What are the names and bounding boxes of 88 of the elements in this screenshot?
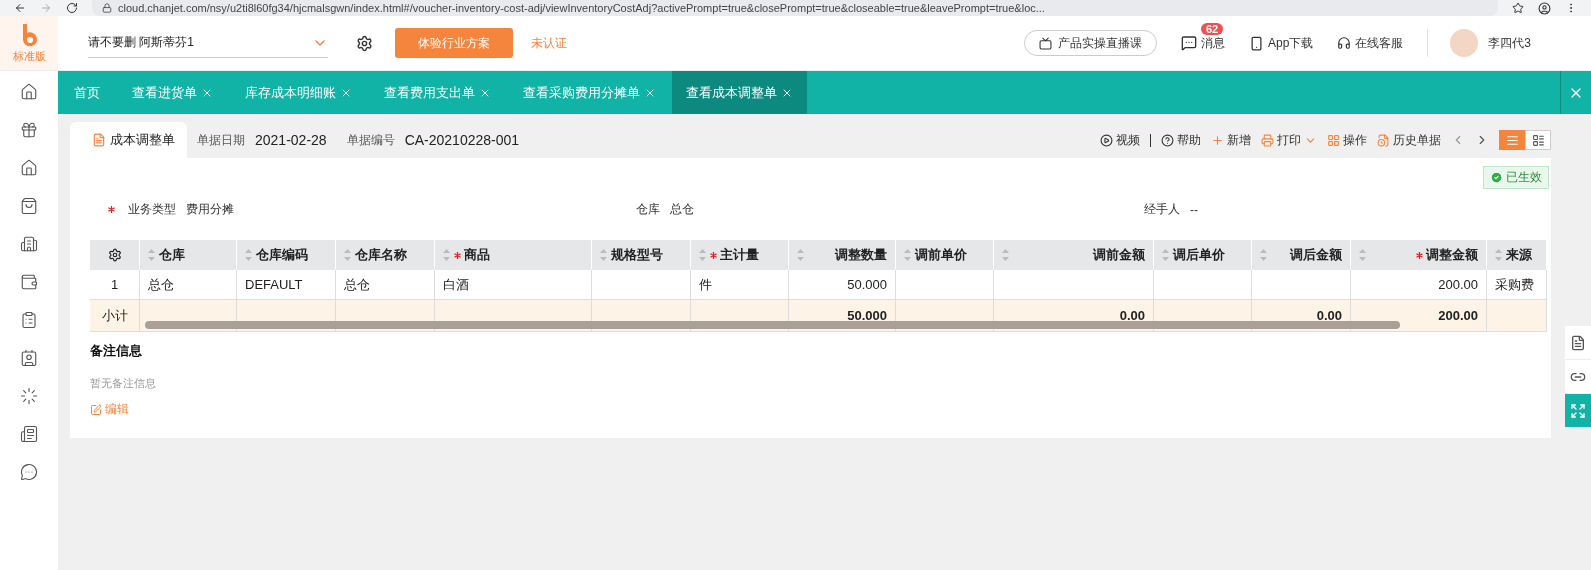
subtotal-label: 小计	[90, 300, 140, 332]
toolbar-button[interactable]: 帮助	[1161, 131, 1201, 149]
toolbar-button[interactable]: 历史单据	[1377, 131, 1441, 149]
help-icon	[1161, 133, 1174, 147]
date-value: 2021-02-28	[255, 132, 327, 148]
sort-icon[interactable]	[600, 249, 607, 261]
sort-icon[interactable]	[1162, 249, 1169, 261]
certification-status: 未认证	[531, 34, 567, 52]
messages-link[interactable]: 消息	[1180, 34, 1225, 52]
sort-icon[interactable]	[699, 249, 706, 261]
forward-icon[interactable]	[40, 2, 52, 14]
card-list-icon	[1531, 133, 1545, 147]
field-label: 业务类型	[128, 201, 176, 218]
company-select[interactable]: 请不要删 阿斯蒂芬1	[88, 28, 328, 58]
gift-icon[interactable]	[20, 121, 38, 139]
document-number: CA-20210228-001	[404, 132, 520, 148]
grid-icon	[1327, 133, 1340, 147]
document-icon	[1570, 334, 1586, 351]
loader-icon[interactable]	[20, 387, 38, 405]
message-count-badge: 62	[1200, 22, 1224, 35]
house-icon[interactable]	[20, 159, 38, 177]
message-icon	[1180, 35, 1197, 51]
sort-icon[interactable]	[1002, 249, 1009, 261]
scrollbar[interactable]	[145, 321, 1400, 329]
sort-icon[interactable]	[1359, 249, 1366, 261]
toolbar-button[interactable]: 打印	[1261, 131, 1317, 149]
document-side-button[interactable]	[1565, 326, 1591, 360]
url-text: cloud.chanjet.com/nsy/u2ti8l60fg34/hjcmalsgwn/index.html#/voucher-inventory-cost-adj/viewInventoryCostAdj?activePrompt=true&closePrompt=true&closeable=true&leavePrompt=true&loc...	[118, 2, 1045, 14]
app-download-link[interactable]: App下载	[1248, 34, 1314, 52]
document-icon	[1377, 133, 1390, 147]
edition-label: 标准版	[12, 48, 46, 64]
printer-icon	[1261, 133, 1274, 147]
online-service-link[interactable]: 在线客服	[1337, 34, 1404, 52]
news-icon[interactable]	[20, 425, 38, 443]
toolbar-button[interactable]: 视频	[1100, 131, 1140, 149]
sort-icon[interactable]	[1260, 249, 1267, 261]
section-title: 备注信息	[90, 342, 143, 360]
user-name: 李四代3	[1488, 34, 1531, 52]
settings-icon[interactable]	[107, 248, 122, 262]
edit-icon	[90, 403, 102, 416]
empty-notes-text: 暂无备注信息	[90, 376, 157, 391]
document-tab[interactable]: 成本调整单	[70, 122, 187, 158]
phone-icon	[1248, 35, 1264, 51]
sort-icon[interactable]	[904, 249, 911, 261]
card-view-button[interactable]	[1525, 130, 1551, 150]
expand-icon	[1570, 402, 1586, 419]
contact-card-icon[interactable]	[20, 349, 38, 367]
subtotal-cell	[1487, 300, 1547, 332]
field-label: 仓库	[636, 201, 660, 218]
sort-icon[interactable]	[1495, 249, 1502, 261]
field-label: 经手人	[1144, 201, 1180, 218]
back-icon[interactable]	[14, 2, 26, 14]
plus-icon	[1211, 133, 1224, 147]
sort-icon[interactable]	[148, 249, 155, 261]
toolbar-button[interactable]: 新增	[1211, 131, 1251, 149]
sort-icon[interactable]	[797, 249, 804, 261]
home-icon[interactable]	[20, 83, 38, 101]
profile-icon[interactable]	[1538, 1, 1551, 15]
check-icon	[1490, 171, 1503, 184]
play-icon	[1100, 133, 1113, 147]
field-value: 总仓	[670, 201, 694, 218]
sort-icon[interactable]	[245, 249, 252, 261]
live-course-button[interactable]: 产品实操直播课	[1023, 30, 1157, 56]
user-avatar[interactable]	[1450, 29, 1479, 57]
headset-icon	[1337, 36, 1352, 50]
address-bar[interactable]: cloud.chanjet.com/nsy/u2ti8l60fg34/hjcmalsgwn/index.html#/voucher-inventory-cost-adj/viewInventoryCostAdj?activePrompt=true&closePrompt=true&closeable=true&leavePrompt=true&loc...	[92, 0, 1498, 16]
settings-icon[interactable]	[356, 34, 373, 52]
tv-icon	[1038, 36, 1052, 50]
field-label: 单据日期	[197, 131, 245, 149]
toolbar-button[interactable]: 操作	[1327, 131, 1367, 149]
field-label: 单据编号	[346, 131, 395, 149]
reload-icon[interactable]	[66, 2, 78, 14]
lock-icon	[102, 3, 112, 13]
bag-icon[interactable]	[20, 197, 38, 215]
page-tab[interactable]: 查看成本调整单	[672, 71, 807, 114]
list-icon	[1505, 133, 1519, 147]
bookmark-icon[interactable]	[1512, 2, 1524, 14]
field-value: --	[1190, 202, 1198, 217]
chat-icon[interactable]	[20, 463, 38, 481]
building-icon[interactable]	[20, 235, 38, 253]
clipboard-icon[interactable]	[20, 311, 38, 329]
link-side-button[interactable]	[1565, 360, 1591, 394]
wallet-icon[interactable]	[20, 273, 38, 291]
sort-icon[interactable]	[443, 249, 450, 261]
status-badge: 已生效	[1483, 166, 1549, 189]
document-icon	[92, 133, 106, 147]
field-value: 费用分摊	[186, 201, 234, 218]
sort-icon[interactable]	[344, 249, 351, 261]
